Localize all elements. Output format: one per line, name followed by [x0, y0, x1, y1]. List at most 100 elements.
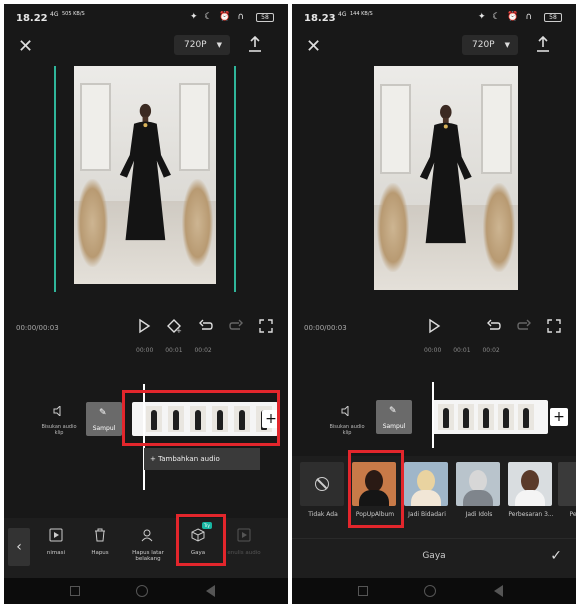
- style-none[interactable]: Tidak Ada: [300, 462, 346, 518]
- preview-window: [179, 83, 211, 171]
- style-thumbnail: [300, 462, 344, 506]
- style-pe[interactable]: Pe: [558, 462, 576, 518]
- style-thumbnail: [456, 462, 500, 506]
- style-label: Jadi Bidadari: [408, 511, 446, 518]
- video-clip-track[interactable]: [432, 400, 548, 434]
- animation-icon: [49, 528, 63, 542]
- mute-label: Bisukan audio klip: [41, 424, 77, 436]
- model-figure: [119, 103, 171, 241]
- clip-frame: [458, 404, 474, 430]
- tool-audio[interactable]: enulis audio: [224, 528, 264, 556]
- style-label: Tidak Ada: [308, 511, 338, 518]
- highlight-clip: [122, 390, 280, 446]
- tool-label: enulis audio: [227, 550, 261, 556]
- chevron-down-icon: ▼: [216, 41, 222, 49]
- preview-window: [480, 83, 513, 174]
- speaker-icon: [53, 404, 61, 418]
- chevron-down-icon: ▼: [504, 41, 510, 49]
- export-icon[interactable]: [248, 36, 262, 52]
- timeline-ruler: 00:00 00:01 00:02: [136, 347, 222, 354]
- back-nav-icon[interactable]: [206, 585, 215, 597]
- status-time: 18.22: [16, 13, 48, 24]
- cover-button[interactable]: ✎ Sampul: [86, 402, 122, 436]
- back-icon[interactable]: ‹: [8, 528, 30, 566]
- check-icon[interactable]: ✓: [550, 548, 562, 564]
- ruler-mark: 00:00: [136, 347, 154, 354]
- network-speed: 144 KB/S: [350, 11, 373, 17]
- network-speed: 505 KB/S: [62, 11, 85, 17]
- tool-remove-background[interactable]: Hapus latar belakang: [128, 528, 168, 562]
- mute-clip-audio-button[interactable]: Bisukan audio klip: [40, 404, 78, 436]
- close-icon[interactable]: ✕: [18, 36, 33, 57]
- ruler-mark: 00:00: [424, 347, 442, 354]
- edit-icon: ✎: [389, 406, 397, 416]
- video-preview[interactable]: [374, 66, 518, 290]
- close-icon[interactable]: ✕: [306, 36, 321, 57]
- cover-button[interactable]: ✎ Sampul: [376, 400, 412, 434]
- home-icon[interactable]: [136, 585, 148, 597]
- style-jadi-bidadari[interactable]: Jadi Bidadari: [404, 462, 450, 518]
- redo-icon[interactable]: [228, 318, 244, 334]
- preview-window: [79, 83, 111, 171]
- resolution-dropdown[interactable]: 720P ▼: [462, 35, 518, 55]
- fullscreen-icon[interactable]: [546, 318, 562, 334]
- tool-delete[interactable]: Hapus: [80, 528, 120, 556]
- network-indicator: 4G: [50, 11, 59, 18]
- add-audio-button[interactable]: + Tambahkan audio: [144, 448, 260, 470]
- audio-icon: [237, 528, 251, 542]
- network-indicator: 4G: [338, 11, 347, 18]
- undo-icon[interactable]: [198, 318, 214, 334]
- preview-window: [379, 83, 412, 174]
- pampas-decor: [483, 182, 516, 273]
- style-label: Jadi Idols: [465, 511, 493, 518]
- pampas-decor: [76, 179, 109, 267]
- tool-animation[interactable]: nimasi: [36, 528, 76, 556]
- clip-frame: [478, 404, 494, 430]
- recent-apps-icon[interactable]: [358, 586, 368, 596]
- fullscreen-icon[interactable]: [258, 318, 274, 334]
- cover-label: Sampul: [92, 425, 116, 432]
- recent-apps-icon[interactable]: [70, 586, 80, 596]
- highlight-popupalbum: [348, 450, 404, 528]
- status-icons: ✦ ☾ ⏰ ∩: [478, 12, 534, 22]
- play-icon[interactable]: [426, 318, 442, 334]
- keyframe-icon[interactable]: +: [166, 318, 182, 334]
- ruler-mark: 00:02: [194, 347, 212, 354]
- play-icon[interactable]: [136, 318, 152, 334]
- system-navbar: [4, 578, 288, 604]
- highlight-style-tool: [176, 514, 226, 566]
- system-navbar: [292, 578, 576, 604]
- style-jadi-idols[interactable]: Jadi Idols: [456, 462, 502, 518]
- export-icon[interactable]: [536, 36, 550, 52]
- style-thumbnail: [404, 462, 448, 506]
- video-preview[interactable]: [74, 66, 216, 284]
- clip-frame: [498, 404, 514, 430]
- tool-label: Hapus latar belakang: [132, 550, 164, 562]
- back-nav-icon[interactable]: [494, 585, 503, 597]
- trash-icon: [95, 528, 105, 542]
- right-phone-screen: 18.23 4G 144 KB/S ✦ ☾ ⏰ ∩ 58 ✕ 720P ▼ 00…: [292, 4, 576, 604]
- clip-frame: [518, 404, 534, 430]
- style-thumbnail: [558, 462, 576, 506]
- style-label: Pe: [569, 511, 576, 518]
- bottom-toolbar: ‹ nimasi Hapus Hapus latar belakang Try …: [4, 518, 288, 578]
- home-icon[interactable]: [424, 585, 436, 597]
- playhead[interactable]: [432, 382, 434, 448]
- style-perbesaran[interactable]: Perbesaran 3...: [508, 462, 554, 518]
- timecode: 00:00/00:03: [16, 324, 59, 332]
- style-thumbnail: [508, 462, 552, 506]
- battery-icon: 58: [256, 13, 274, 22]
- guideline-left: [54, 66, 56, 292]
- mute-clip-audio-button[interactable]: Bisukan audio klip: [328, 404, 366, 436]
- timecode: 00:00/00:03: [304, 324, 347, 332]
- undo-icon[interactable]: [486, 318, 502, 334]
- add-clip-button[interactable]: +: [550, 408, 568, 426]
- ruler-mark: 00:01: [165, 347, 183, 354]
- tool-label: Hapus: [91, 550, 109, 556]
- panel-title: Gaya: [422, 551, 446, 561]
- redo-icon[interactable]: [516, 318, 532, 334]
- guideline-right: [234, 66, 236, 292]
- clip-frame: [438, 404, 454, 430]
- resolution-dropdown[interactable]: 720P ▼: [174, 35, 230, 55]
- left-phone-screen: 18.22 4G 505 KB/S ✦ ☾ ⏰ ∩ 58 ✕ 720P ▼ 00…: [4, 4, 288, 604]
